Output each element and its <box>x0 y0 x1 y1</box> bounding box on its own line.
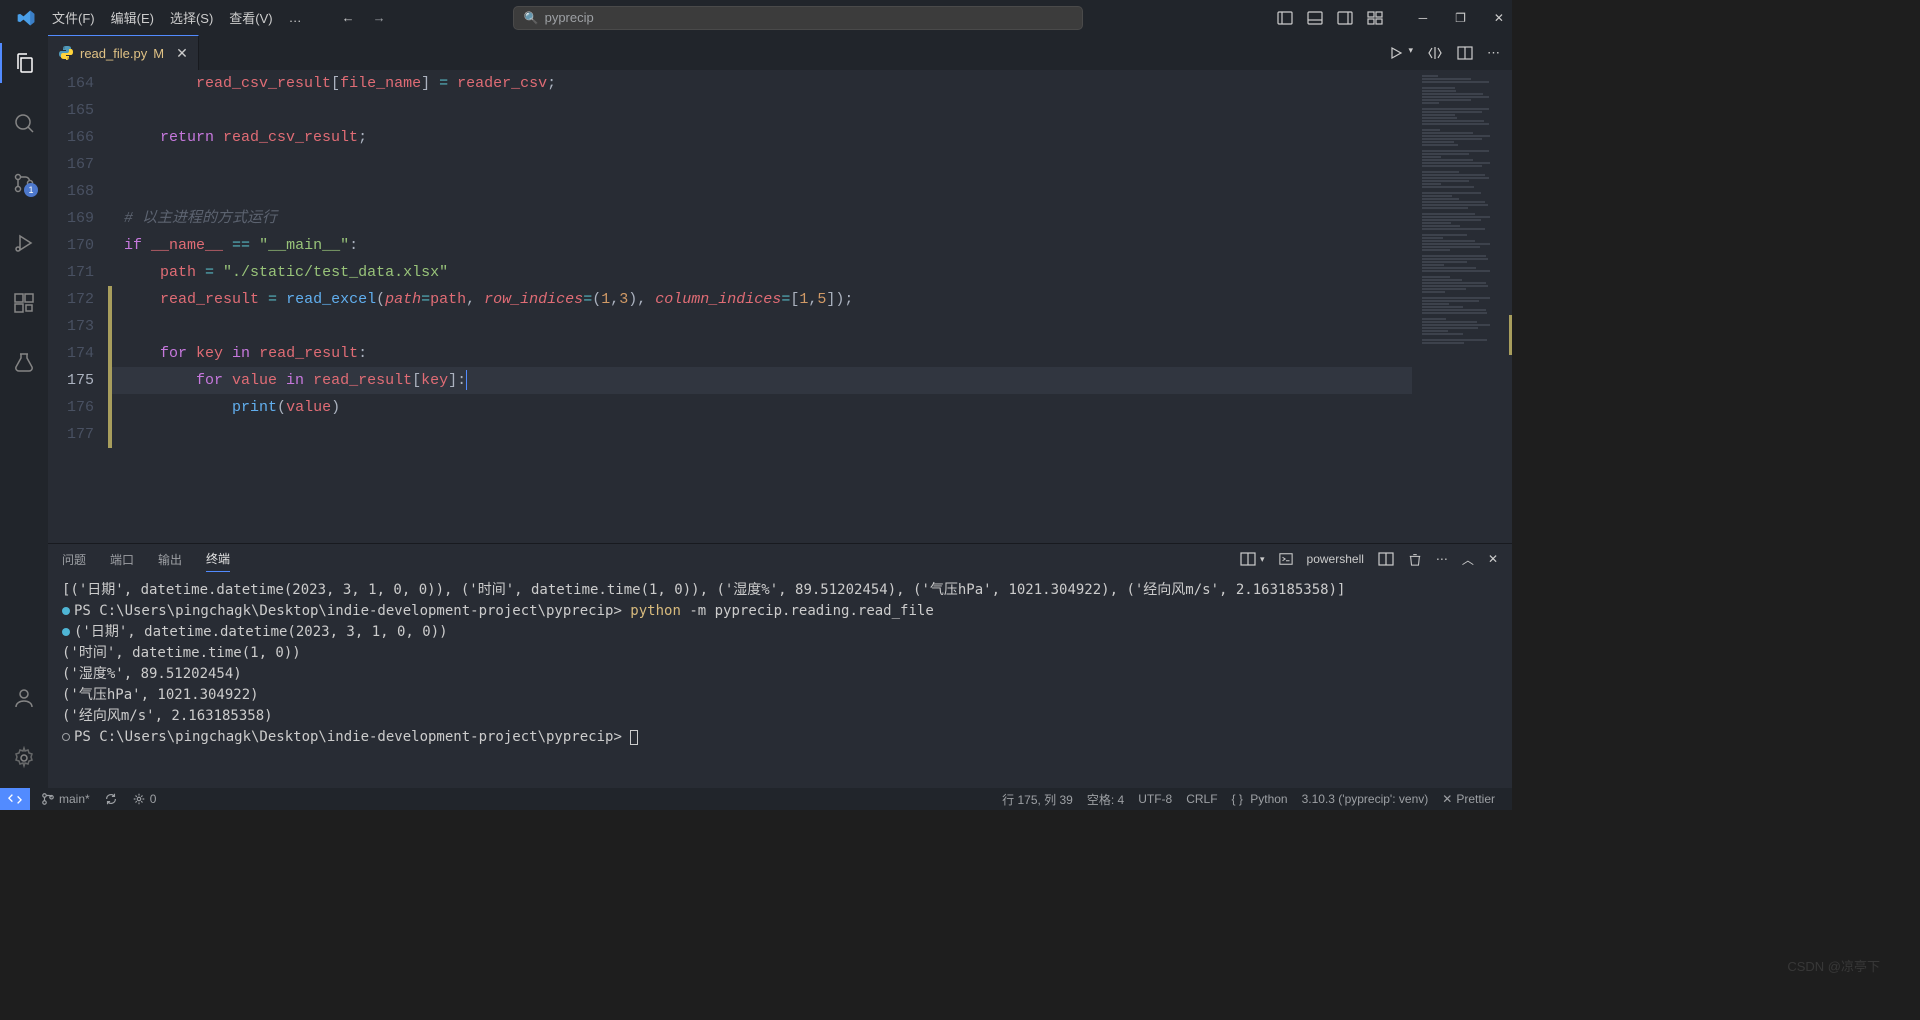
line-number[interactable]: 166 <box>48 124 94 151</box>
run-dropdown-icon[interactable]: ▾ <box>1408 45 1413 61</box>
run-debug-icon[interactable] <box>0 223 48 263</box>
testing-icon[interactable] <box>0 343 48 383</box>
explorer-icon[interactable] <box>0 43 48 83</box>
code-line[interactable] <box>112 313 1412 340</box>
terminal-shell-icon[interactable] <box>1279 552 1293 566</box>
remote-indicator[interactable] <box>0 788 30 810</box>
line-number[interactable]: 167 <box>48 151 94 178</box>
kill-terminal-icon[interactable] <box>1408 552 1422 566</box>
close-button[interactable]: ✕ <box>1494 11 1504 25</box>
tab-close-icon[interactable]: ✕ <box>170 45 188 62</box>
menu-file[interactable]: 文件(F) <box>44 4 103 31</box>
title-bar: 文件(F) 编辑(E) 选择(S) 查看(V) … ← → 🔍 pyprecip… <box>0 0 1512 35</box>
layout-customize-icon[interactable] <box>1367 10 1383 26</box>
minimize-button[interactable]: ─ <box>1419 11 1428 25</box>
nav-forward-icon: → <box>373 10 386 25</box>
new-terminal-icon[interactable] <box>1240 551 1256 567</box>
settings-gear-icon[interactable] <box>0 738 48 778</box>
status-branch[interactable]: main* <box>34 792 97 806</box>
vscode-icon <box>16 8 36 28</box>
line-number[interactable]: 173 <box>48 313 94 340</box>
python-file-icon <box>58 45 74 61</box>
minimap[interactable] <box>1412 70 1512 543</box>
code-line[interactable] <box>112 151 1412 178</box>
menu-view[interactable]: 查看(V) <box>221 4 280 31</box>
code-line[interactable]: for value in read_result[key]: <box>112 367 1412 394</box>
code-line[interactable]: read_csv_result[file_name] = reader_csv; <box>112 70 1412 97</box>
tab-ports[interactable]: 端口 <box>110 547 134 572</box>
line-number[interactable]: 165 <box>48 97 94 124</box>
code-line[interactable]: read_result = read_excel(path=path, row_… <box>112 286 1412 313</box>
compare-icon[interactable] <box>1427 45 1443 61</box>
line-number[interactable]: 174 <box>48 340 94 367</box>
code-line[interactable]: return read_csv_result; <box>112 124 1412 151</box>
line-number[interactable]: 171 <box>48 259 94 286</box>
code-line[interactable] <box>112 421 1412 448</box>
menu-edit[interactable]: 编辑(E) <box>103 4 162 31</box>
code-line[interactable]: for key in read_result: <box>112 340 1412 367</box>
search-activity-icon[interactable] <box>0 103 48 143</box>
code-line[interactable]: # 以主进程的方式运行 <box>112 205 1412 232</box>
status-bar: main* 0 行 175, 列 39 空格: 4 UTF-8 CRLF { }… <box>0 788 1512 810</box>
line-number[interactable]: 168 <box>48 178 94 205</box>
watermark: CSDN @凉亭下 <box>1787 956 1880 975</box>
code-line[interactable] <box>112 178 1412 205</box>
source-control-icon[interactable]: 1 <box>0 163 48 203</box>
line-number[interactable]: 177 <box>48 421 94 448</box>
status-interpreter[interactable]: 3.10.3 ('pyprecip': venv) <box>1295 791 1436 808</box>
tab-output[interactable]: 输出 <box>158 547 182 572</box>
split-terminal-icon[interactable] <box>1378 551 1394 567</box>
terminal-dropdown-icon[interactable]: ▾ <box>1260 554 1265 565</box>
run-file-icon[interactable] <box>1388 45 1404 61</box>
code-editor[interactable]: 1641651661671681691701711721731741751761… <box>48 70 1512 543</box>
status-sync[interactable] <box>97 792 125 806</box>
status-language[interactable]: { } Python <box>1225 791 1295 808</box>
line-number[interactable]: 176 <box>48 394 94 421</box>
command-center[interactable]: 🔍 pyprecip <box>513 6 1083 30</box>
terminal-content[interactable]: [('日期', datetime.datetime(2023, 3, 1, 0,… <box>48 574 1512 788</box>
tab-filename: read_file.py <box>80 46 147 61</box>
tab-problems[interactable]: 问题 <box>62 547 86 572</box>
maximize-button[interactable]: ❐ <box>1455 11 1466 25</box>
tab-modified: M <box>153 46 164 61</box>
status-ports[interactable]: 0 <box>125 792 164 806</box>
panel-close-icon[interactable]: ✕ <box>1488 552 1498 566</box>
search-text: pyprecip <box>545 10 594 25</box>
status-eol[interactable]: CRLF <box>1179 791 1224 808</box>
line-number[interactable]: 172 <box>48 286 94 313</box>
tab-bar: read_file.py M ✕ ▾ ⋯ <box>48 35 1512 70</box>
terminal-shell-name[interactable]: powershell <box>1307 552 1364 566</box>
status-cursor[interactable]: 行 175, 列 39 <box>995 791 1080 808</box>
more-actions-icon[interactable]: ⋯ <box>1487 45 1500 61</box>
code-line[interactable]: path = "./static/test_data.xlsx" <box>112 259 1412 286</box>
status-spaces[interactable]: 空格: 4 <box>1080 791 1131 808</box>
line-number[interactable]: 170 <box>48 232 94 259</box>
line-number[interactable]: 175 <box>48 367 94 394</box>
menu-overflow[interactable]: … <box>281 6 312 29</box>
line-number[interactable]: 169 <box>48 205 94 232</box>
accounts-icon[interactable] <box>0 678 48 718</box>
code-line[interactable]: if __name__ == "__main__": <box>112 232 1412 259</box>
tab-terminal[interactable]: 终端 <box>206 546 230 572</box>
panel: 问题 端口 输出 终端 ▾ powershell ⋯ ︿ ✕ [('日期', d… <box>48 543 1512 788</box>
code-line[interactable] <box>112 97 1412 124</box>
panel-more-icon[interactable]: ⋯ <box>1436 552 1448 566</box>
line-number[interactable]: 164 <box>48 70 94 97</box>
scm-badge: 1 <box>24 183 38 197</box>
split-editor-icon[interactable] <box>1457 45 1473 61</box>
nav-back-icon[interactable]: ← <box>342 10 355 25</box>
activity-bar: 1 <box>0 35 48 788</box>
editor-tab[interactable]: read_file.py M ✕ <box>48 35 199 70</box>
code-line[interactable]: print(value) <box>112 394 1412 421</box>
layout-panel-icon[interactable] <box>1307 10 1323 26</box>
status-prettier[interactable]: ✕ Prettier <box>1435 791 1502 808</box>
panel-maximize-icon[interactable]: ︿ <box>1462 551 1474 568</box>
menu-select[interactable]: 选择(S) <box>162 4 221 31</box>
layout-sidebar-left-icon[interactable] <box>1277 10 1293 26</box>
layout-sidebar-right-icon[interactable] <box>1337 10 1353 26</box>
status-encoding[interactable]: UTF-8 <box>1131 791 1179 808</box>
search-icon: 🔍 <box>524 11 539 25</box>
extensions-icon[interactable] <box>0 283 48 323</box>
